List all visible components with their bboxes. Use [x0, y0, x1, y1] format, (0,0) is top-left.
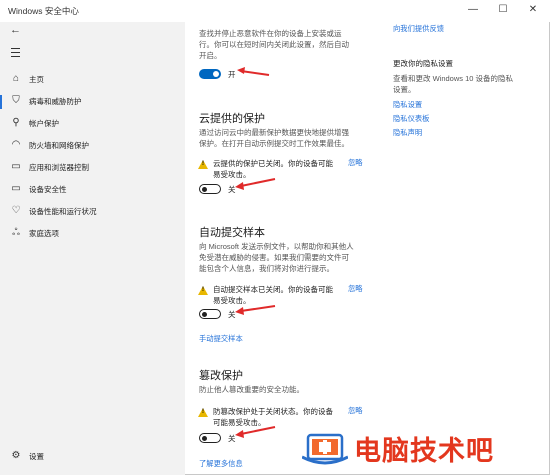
sample-desc-line2: 免受潜在威胁的侵害。如果我们需要的文件可 [199, 253, 349, 262]
sidebar-item-label: 家庭选项 [29, 229, 59, 238]
feedback-link[interactable]: 向我们提供反馈 [393, 24, 444, 34]
privacy-desc-line1: 查看和更改 Windows 10 设备的隐私 [393, 74, 514, 83]
heart-icon: ♡ [11, 205, 21, 216]
sidebar-item-family[interactable]: ஃ 家庭选项 [0, 224, 185, 244]
sidebar-item-firewall[interactable]: ◠ 防火墙和网络保护 [0, 136, 185, 156]
privacy-statement-link[interactable]: 隐私声明 [393, 128, 422, 138]
sidebar-item-app-browser[interactable]: ▭ 应用和浏览器控制 [0, 158, 185, 178]
maximize-button[interactable]: ☐ [495, 3, 511, 17]
sidebar-item-label: 主页 [29, 75, 44, 84]
cloud-desc-line2: 保护。在打开自动示例提交时工作效果最佳。 [199, 139, 349, 148]
person-icon: ⚲ [12, 117, 20, 128]
realtime-desc-line1: 查找并停止恶意软件在你的设备上安装或运 [199, 29, 342, 38]
privacy-desc-line2: 设置。 [393, 85, 416, 94]
sidebar-item-device-health[interactable]: ♡ 设备性能和运行状况 [0, 202, 185, 222]
sample-dismiss-link[interactable]: 忽略 [348, 284, 363, 294]
wifi-icon: ◠ [11, 139, 21, 150]
red-arrow-annotation [235, 178, 276, 190]
warning-icon: ! [198, 160, 208, 169]
sidebar-item-label: 设备安全性 [29, 185, 67, 194]
hamburger-menu-icon[interactable] [11, 48, 20, 57]
cloud-toggle[interactable] [199, 184, 221, 194]
watermark-logo-icon [302, 433, 348, 465]
sidebar-item-virus-protection[interactable]: ⛉ 病毒和威胁防护 [0, 92, 185, 112]
home-icon: ⌂ [12, 73, 20, 84]
window-title: Windows 安全中心 [8, 6, 79, 16]
sample-toggle[interactable] [199, 309, 221, 319]
sidebar-item-label: 防火墙和网络保护 [29, 141, 89, 150]
cloud-title: 云提供的保护 [199, 113, 265, 125]
back-arrow-icon[interactable]: ← [10, 24, 21, 36]
learn-more-link[interactable]: 了解更多信息 [199, 459, 243, 469]
cloud-desc-line1: 通过访问云中的最新保护数据更快地提供增强 [199, 128, 349, 137]
sidebar-item-label: 设置 [29, 452, 44, 461]
sidebar-item-label: 病毒和威胁防护 [29, 97, 82, 106]
tamper-warning-line1: 防篡改保护处于关闭状态。你的设备 [213, 407, 333, 416]
app-window-icon: ▭ [11, 161, 21, 172]
warning-icon: ! [198, 286, 208, 295]
red-arrow-annotation [235, 305, 276, 315]
tamper-title: 篡改保护 [199, 370, 243, 382]
cloud-warning-line1: 云提供的保护已关闭。你的设备可能 [213, 159, 333, 168]
red-arrow-annotation [235, 426, 276, 438]
title-bar: Windows 安全中心 — ☐ ✕ [0, 0, 550, 22]
sidebar-item-label: 应用和浏览器控制 [29, 163, 89, 172]
privacy-settings-link[interactable]: 隐私设置 [393, 100, 422, 110]
watermark-text: 电脑技术吧 [354, 436, 494, 466]
red-arrow-annotation [237, 67, 270, 76]
sidebar-item-label: 帐户保护 [29, 119, 59, 128]
sidebar: ← ⌂ 主页 ⛉ 病毒和威胁防护 ⚲ 帐户保护 ◠ 防火墙和网络保护 ▭ 应用和… [0, 22, 185, 475]
family-icon: ஃ [12, 227, 20, 238]
tamper-dismiss-link[interactable]: 忽略 [348, 406, 363, 416]
sample-warning-line1: 自动提交样本已关闭。你的设备可能 [213, 285, 333, 294]
privacy-title: 更改你的隐私设置 [393, 59, 453, 68]
privacy-dashboard-link[interactable]: 隐私仪表板 [393, 114, 429, 124]
minimize-button[interactable]: — [465, 3, 481, 17]
warning-icon: ! [198, 408, 208, 417]
sidebar-item-account[interactable]: ⚲ 帐户保护 [0, 114, 185, 134]
sidebar-item-settings[interactable]: ⚙ 设置 [0, 447, 185, 467]
realtime-desc-line3: 开启。 [199, 51, 222, 60]
shield-icon: ⛉ [12, 95, 20, 106]
sample-desc-line1: 向 Microsoft 发送示例文件，以帮助你和其他人 [199, 242, 354, 251]
close-button[interactable]: ✕ [525, 3, 541, 17]
sidebar-item-device-security[interactable]: ▭ 设备安全性 [0, 180, 185, 200]
watermark: 电脑技术吧 [302, 423, 544, 471]
laptop-icon: ▭ [11, 183, 21, 194]
main-content: 查找并停止恶意软件在你的设备上安装或运 行。你可以在短时间内关闭此设置，然后自动… [185, 22, 550, 475]
cloud-dismiss-link[interactable]: 忽略 [348, 158, 363, 168]
realtime-desc-line2: 行。你可以在短时间内关闭此设置，然后自动 [199, 40, 349, 49]
realtime-toggle[interactable] [199, 69, 221, 79]
tamper-toggle[interactable] [199, 433, 221, 443]
manual-submit-link[interactable]: 手动提交样本 [199, 334, 243, 344]
tamper-desc-line1: 防止他人篡改重要的安全功能。 [199, 385, 304, 394]
sample-desc-line3: 能包含个人信息，我们将对你进行提示。 [199, 264, 334, 273]
gear-icon: ⚙ [11, 450, 21, 461]
sample-title: 自动提交样本 [199, 227, 265, 239]
sidebar-item-label: 设备性能和运行状况 [29, 207, 97, 216]
sidebar-item-home[interactable]: ⌂ 主页 [0, 70, 185, 90]
